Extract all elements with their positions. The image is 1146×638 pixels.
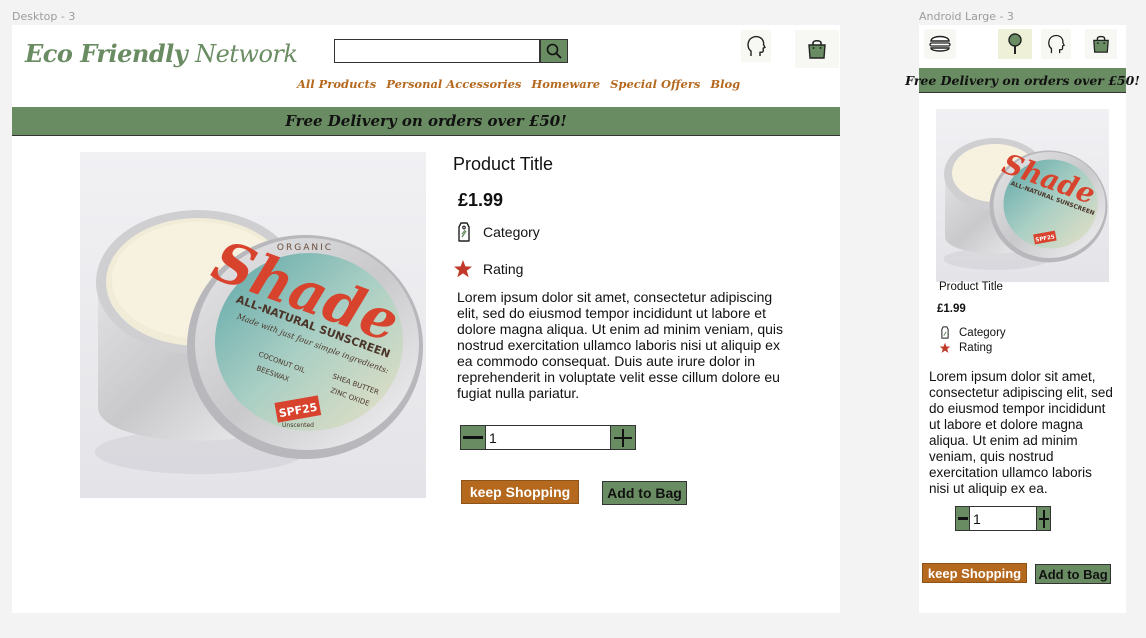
shopping-bag-icon [1093, 35, 1109, 53]
search-button[interactable] [540, 39, 568, 63]
menu-button[interactable] [924, 29, 956, 59]
free-delivery-banner: Free Delivery on orders over £50! [905, 68, 1140, 93]
product-description: Lorem ipsum dolor sit amet, consectetur … [929, 369, 1113, 496]
quantity-field[interactable]: 1 [485, 426, 611, 449]
sunscreen-tin-illustration: Shade ALL-NATURAL SUNSCREEN SPF25 [936, 109, 1109, 282]
product-rating-row: Rating [938, 341, 992, 355]
quantity-stepper: 1 [460, 425, 636, 450]
product-title: Product Title [939, 281, 1003, 293]
android-frame-label: Android Large - 3 [919, 10, 1014, 23]
decrease-quantity-button[interactable] [956, 507, 969, 530]
search-icon [1008, 33, 1022, 54]
brand-name-light: Network [195, 40, 298, 68]
plus-icon [1038, 509, 1049, 528]
brand-name-bold: Eco Friendly [25, 39, 188, 68]
increase-quantity-button[interactable] [1037, 507, 1050, 530]
quantity-field[interactable]: 1 [969, 507, 1037, 530]
product-description: Lorem ipsum dolor sit amet, consectetur … [457, 289, 784, 401]
nav-homeware[interactable]: Homeware [531, 77, 600, 91]
tag-icon [941, 326, 949, 339]
product-category: Category [959, 326, 1006, 339]
head-profile-icon [747, 35, 766, 56]
product-title: Product Title [453, 154, 554, 174]
shopping-bag-icon [808, 39, 826, 59]
minus-icon [957, 516, 968, 520]
star-icon [454, 260, 472, 278]
account-button[interactable] [1041, 29, 1071, 59]
minus-icon [463, 435, 483, 439]
product-rating: Rating [959, 342, 993, 354]
nav-special-offers[interactable]: Special Offers [610, 77, 700, 91]
android-frame: Free Delivery on orders over £50! Shade … [905, 25, 1140, 613]
keep-shopping-button[interactable]: keep Shopping [461, 480, 579, 504]
product-price: £1.99 [937, 303, 966, 315]
increase-quantity-button[interactable] [611, 426, 635, 449]
sunscreen-tin-illustration: ORGANIC Shade ALL-NATURAL SUNSCREEN Made… [80, 152, 426, 498]
keep-shopping-button[interactable]: keep Shopping [922, 563, 1027, 583]
account-button[interactable] [741, 30, 771, 62]
search-input[interactable] [334, 39, 540, 63]
nav-all-products[interactable]: All Products [297, 77, 376, 91]
hamburger-menu-icon [929, 35, 951, 52]
product-category: Category [483, 224, 540, 240]
add-to-bag-button[interactable]: Add to Bag [1035, 564, 1111, 584]
brand-logo[interactable]: Eco Friendly Network [25, 39, 298, 68]
product-price: £1.99 [458, 190, 504, 210]
bag-button[interactable] [1085, 29, 1117, 59]
nav-blog[interactable]: Blog [710, 77, 740, 91]
star-icon [939, 342, 951, 353]
tin-unscented-text: Unscented [282, 422, 314, 429]
bag-button[interactable] [795, 30, 839, 68]
search-button[interactable] [998, 29, 1032, 59]
head-profile-icon [1048, 34, 1065, 54]
product-image: ORGANIC Shade ALL-NATURAL SUNSCREEN Made… [80, 152, 426, 498]
desktop-frame-label: Desktop - 3 [12, 10, 76, 23]
product-rating-row: Rating [451, 257, 523, 281]
decrease-quantity-button[interactable] [461, 426, 485, 449]
product-category-row: Category [938, 325, 1006, 340]
main-nav: All Products Personal Accessories Homewa… [297, 77, 740, 91]
search-icon [546, 43, 562, 59]
free-delivery-banner: Free Delivery on orders over £50! [12, 107, 840, 136]
tag-icon [458, 222, 470, 242]
product-rating: Rating [483, 261, 524, 277]
quantity-stepper: 1 [955, 506, 1051, 531]
desktop-frame: Eco Friendly Network All Products Person… [12, 25, 840, 613]
nav-personal-accessories[interactable]: Personal Accessories [386, 77, 521, 91]
add-to-bag-button[interactable]: Add to Bag [602, 481, 687, 505]
product-image: Shade ALL-NATURAL SUNSCREEN SPF25 [936, 109, 1109, 282]
product-category-row: Category [453, 220, 540, 244]
plus-icon [614, 428, 632, 447]
